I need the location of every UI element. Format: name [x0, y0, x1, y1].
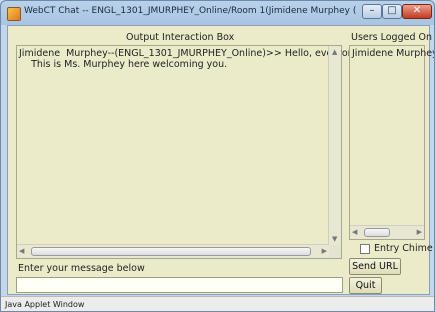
- send-url-button[interactable]: Send URL: [349, 258, 401, 275]
- users-header: Users Logged On: [351, 32, 433, 43]
- message-input[interactable]: [16, 277, 343, 293]
- output-interaction-box[interactable]: Jimidene Murphey--(ENGL_1301_JMURPHEY_On…: [16, 45, 360, 259]
- output-horizontal-scrollbar[interactable]: ◀ ▶: [17, 244, 329, 258]
- output-header: Output Interaction Box: [126, 32, 235, 43]
- user-list-item[interactable]: Jimidene Murphey: [352, 48, 434, 59]
- scroll-right-arrow-icon[interactable]: ▶: [417, 228, 422, 237]
- applet-window: WebCT Chat -- ENGL_1301_JMURPHEY_Online/…: [0, 0, 435, 312]
- horizontal-scroll-thumb[interactable]: [31, 247, 311, 256]
- users-horizontal-scrollbar[interactable]: ◀ ▶: [350, 225, 424, 239]
- title-bar[interactable]: WebCT Chat -- ENGL_1301_JMURPHEY_Online/…: [1, 1, 434, 25]
- quit-button[interactable]: Quit: [349, 277, 382, 294]
- scroll-corner: [329, 245, 341, 258]
- chat-transcript: Jimidene Murphey--(ENGL_1301_JMURPHEY_On…: [19, 48, 360, 70]
- chat-line: This is Ms. Murphey here welcoming you.: [19, 59, 228, 70]
- scroll-left-arrow-icon[interactable]: ◀: [19, 247, 24, 256]
- entry-chime-checkbox[interactable]: [360, 244, 370, 254]
- window-title: WebCT Chat -- ENGL_1301_JMURPHEY_Online/…: [24, 6, 356, 16]
- maximize-button[interactable]: □: [382, 4, 402, 19]
- app-icon: [7, 7, 21, 21]
- output-vertical-scrollbar[interactable]: ▲ ▼: [328, 46, 341, 245]
- close-button[interactable]: ✕: [402, 4, 432, 19]
- entry-chime-label: Entry Chime: [374, 243, 433, 254]
- scroll-up-arrow-icon[interactable]: ▲: [332, 48, 337, 57]
- minimize-button[interactable]: –: [362, 4, 382, 19]
- scroll-down-arrow-icon[interactable]: ▼: [332, 235, 337, 244]
- scroll-right-arrow-icon[interactable]: ▶: [322, 247, 327, 256]
- users-logged-on-list[interactable]: Jimidene Murphey ◀ ▶: [349, 45, 434, 240]
- chat-line: Jimidene Murphey--(ENGL_1301_JMURPHEY_On…: [19, 48, 360, 59]
- applet-content: Output Interaction Box Users Logged On J…: [7, 25, 434, 295]
- status-text: Java Applet Window: [5, 300, 85, 309]
- users-scroll-thumb[interactable]: [364, 228, 390, 237]
- message-label: Enter your message below: [18, 263, 145, 274]
- status-bar: Java Applet Window: [1, 296, 434, 311]
- scroll-left-arrow-icon[interactable]: ◀: [352, 228, 357, 237]
